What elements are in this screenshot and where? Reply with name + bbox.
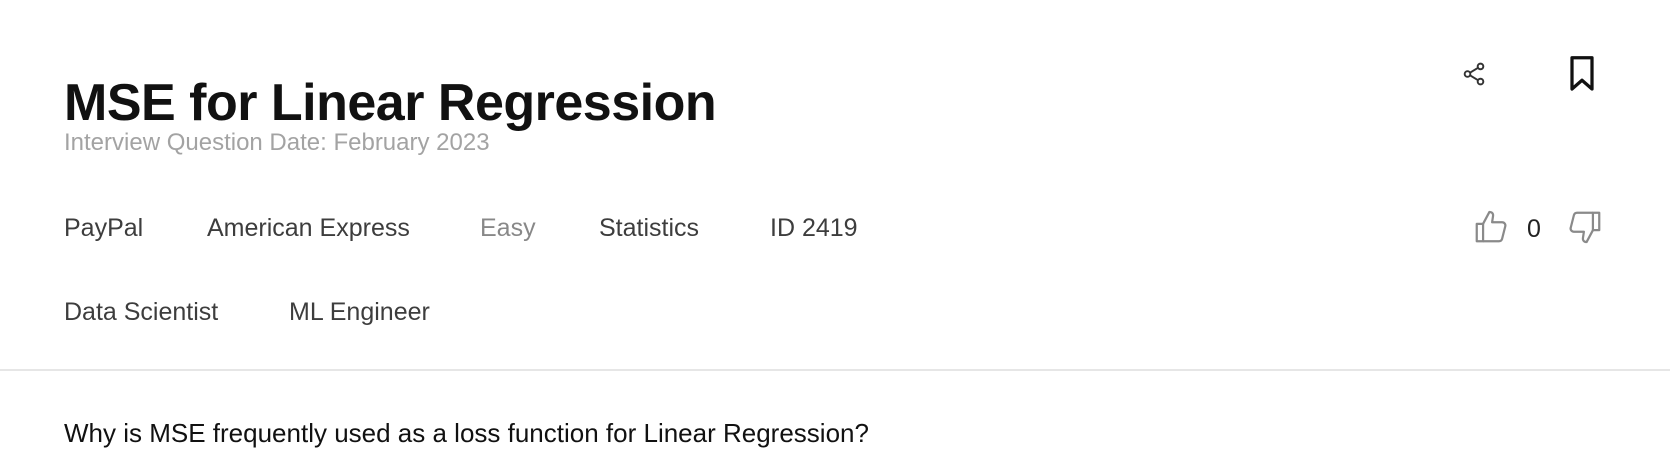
vote-count: 0 — [1527, 215, 1541, 243]
downvote-button[interactable] — [1564, 206, 1606, 248]
difficulty-tag: Easy — [480, 214, 536, 242]
thumbs-up-icon — [1475, 210, 1507, 243]
share-button[interactable] — [1454, 54, 1494, 94]
section-divider — [0, 369, 1670, 371]
question-text: Why is MSE frequently used as a loss fun… — [64, 418, 869, 448]
company-tag-american-express[interactable]: American Express — [207, 214, 410, 243]
page-title: MSE for Linear Regression — [64, 73, 717, 132]
company-tag-paypal[interactable]: PayPal — [64, 214, 143, 243]
bookmark-button[interactable] — [1562, 52, 1602, 96]
question-id-tag: ID 2419 — [770, 214, 858, 242]
question-page: MSE for Linear Regression Interview Ques… — [0, 0, 1670, 474]
bookmark-icon — [1570, 56, 1594, 91]
category-tag-statistics[interactable]: Statistics — [599, 214, 699, 243]
thumbs-down-icon — [1569, 211, 1601, 244]
role-tag-data-scientist[interactable]: Data Scientist — [64, 298, 218, 327]
interview-date: Interview Question Date: February 2023 — [64, 129, 490, 156]
upvote-button[interactable] — [1470, 206, 1512, 248]
share-icon — [1463, 62, 1485, 86]
role-tag-ml-engineer[interactable]: ML Engineer — [289, 298, 430, 327]
